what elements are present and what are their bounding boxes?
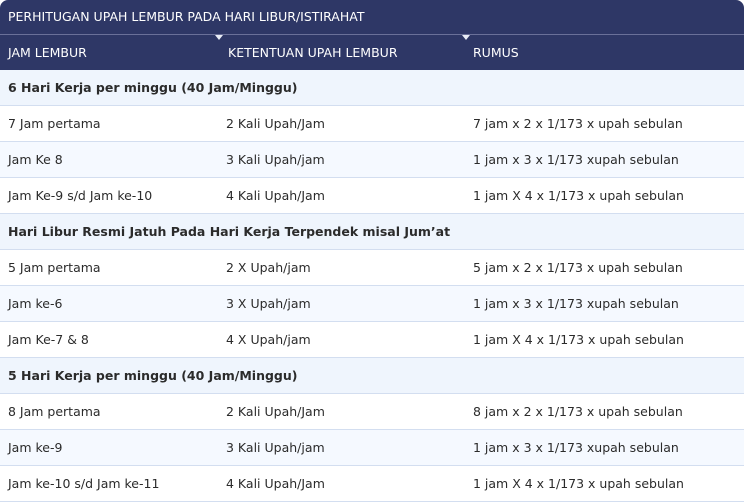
cell-rumus: 1 jam x 3 x 1/173 xupah sebulan	[473, 440, 679, 455]
header-rumus-label: RUMUS	[473, 45, 519, 60]
table-row: 8 Jam pertama 2 Kali Upah/Jam 8 jam x 2 …	[0, 394, 744, 430]
header-rumus: RUMUS	[462, 35, 744, 70]
cell-rumus: 1 jam X 4 x 1/173 x upah sebulan	[473, 332, 684, 347]
table-row: 5 Jam pertama 2 X Upah/jam 5 jam x 2 x 1…	[0, 250, 744, 286]
cell-jam-lembur: Jam Ke-7 & 8	[8, 332, 89, 347]
cell-rumus: 1 jam x 3 x 1/173 xupah sebulan	[473, 152, 679, 167]
table-row: Jam Ke-7 & 8 4 X Upah/jam 1 jam X 4 x 1/…	[0, 322, 744, 358]
cell-rumus: 1 jam x 3 x 1/173 xupah sebulan	[473, 296, 679, 311]
cell-ketentuan: 3 Kali Upah/jam	[226, 152, 325, 167]
cell-jam-lembur: Jam Ke 8	[8, 152, 63, 167]
cell-jam-lembur: Jam ke-10 s/d Jam ke-11	[8, 476, 160, 491]
section-row: 5 Hari Kerja per minggu (40 Jam/Minggu)	[0, 358, 744, 394]
cell-jam-lembur: Jam ke-6	[8, 296, 63, 311]
section-heading: Hari Libur Resmi Jatuh Pada Hari Kerja T…	[8, 224, 451, 239]
cell-ketentuan: 2 X Upah/jam	[226, 260, 311, 275]
cell-rumus: 1 jam X 4 x 1/173 x upah sebulan	[473, 476, 684, 491]
cell-jam-lembur: Jam Ke-9 s/d Jam ke-10	[8, 188, 153, 203]
section-heading: 6 Hari Kerja per minggu (40 Jam/Minggu)	[8, 80, 298, 95]
cell-ketentuan: 4 Kali Upah/Jam	[226, 188, 325, 203]
header-jam-lembur: JAM LEMBUR	[8, 45, 87, 60]
header-divider-notch-icon	[462, 35, 470, 40]
table-title: PERHITUGAN UPAH LEMBUR PADA HARI LIBUR/I…	[0, 0, 744, 34]
cell-jam-lembur: Jam ke-9	[8, 440, 63, 455]
cell-rumus: 5 jam x 2 x 1/173 x upah sebulan	[473, 260, 683, 275]
header-ketentuan-label: KETENTUAN UPAH LEMBUR	[228, 45, 398, 60]
cell-rumus: 1 jam X 4 x 1/173 x upah sebulan	[473, 188, 684, 203]
cell-jam-lembur: 8 Jam pertama	[8, 404, 101, 419]
cell-ketentuan: 3 X Upah/jam	[226, 296, 311, 311]
header-ketentuan: KETENTUAN UPAH LEMBUR	[215, 35, 465, 70]
section-heading: 5 Hari Kerja per minggu (40 Jam/Minggu)	[8, 368, 298, 383]
table-row: 7 Jam pertama 2 Kali Upah/Jam 7 jam x 2 …	[0, 106, 744, 142]
cell-rumus: 8 jam x 2 x 1/173 x upah sebulan	[473, 404, 683, 419]
table-row: Jam Ke-9 s/d Jam ke-10 4 Kali Upah/Jam 1…	[0, 178, 744, 214]
table-row: Jam Ke 8 3 Kali Upah/jam 1 jam x 3 x 1/1…	[0, 142, 744, 178]
cell-ketentuan: 3 Kali Upah/jam	[226, 440, 325, 455]
table-header-row: JAM LEMBUR KETENTUAN UPAH LEMBUR RUMUS	[0, 34, 744, 70]
cell-ketentuan: 2 Kali Upah/Jam	[226, 116, 325, 131]
cell-ketentuan: 2 Kali Upah/Jam	[226, 404, 325, 419]
table-row: Jam ke-9 3 Kali Upah/jam 1 jam x 3 x 1/1…	[0, 430, 744, 466]
cell-jam-lembur: 7 Jam pertama	[8, 116, 101, 131]
overtime-table: PERHITUGAN UPAH LEMBUR PADA HARI LIBUR/I…	[0, 0, 744, 503]
cell-ketentuan: 4 Kali Upah/Jam	[226, 476, 325, 491]
table-row: Jam ke-10 s/d Jam ke-11 4 Kali Upah/Jam …	[0, 466, 744, 502]
cell-jam-lembur: 5 Jam pertama	[8, 260, 101, 275]
table-row: Jam ke-6 3 X Upah/jam 1 jam x 3 x 1/173 …	[0, 286, 744, 322]
section-row: 6 Hari Kerja per minggu (40 Jam/Minggu)	[0, 70, 744, 106]
section-row: Hari Libur Resmi Jatuh Pada Hari Kerja T…	[0, 214, 744, 250]
cell-rumus: 7 jam x 2 x 1/173 x upah sebulan	[473, 116, 683, 131]
header-divider-notch-icon	[215, 35, 223, 40]
cell-ketentuan: 4 X Upah/jam	[226, 332, 311, 347]
